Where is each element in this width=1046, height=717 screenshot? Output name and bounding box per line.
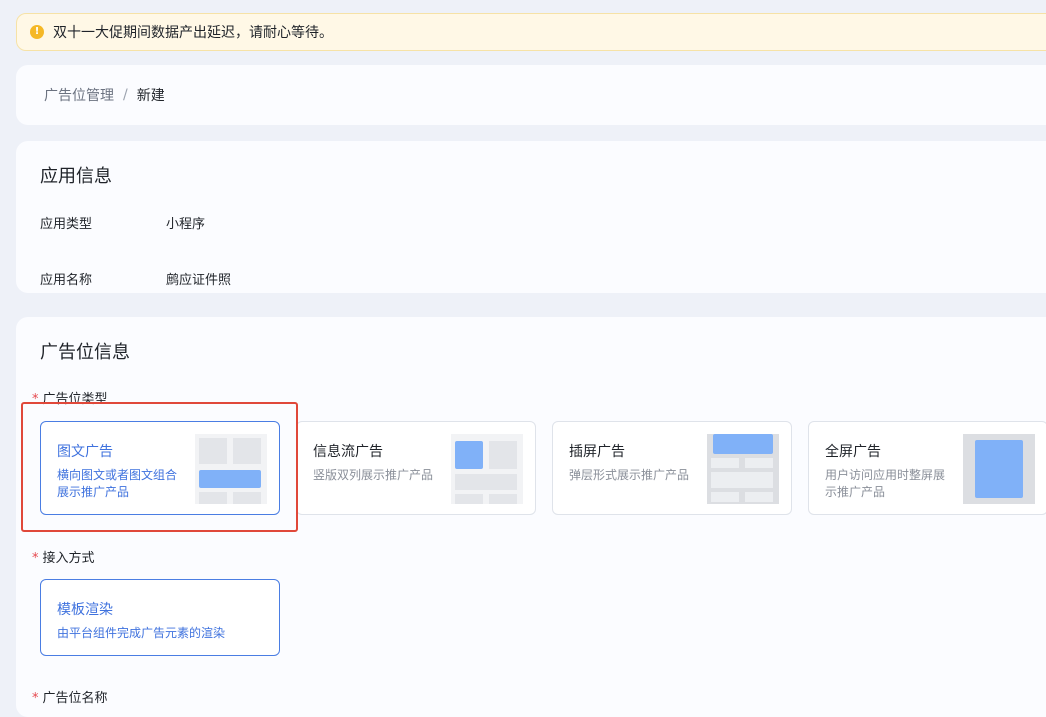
access-method-card-template[interactable]: 模板渲染 由平台组件完成广告元素的渲染: [40, 579, 280, 656]
ad-type-card-feed[interactable]: 信息流广告 竖版双列展示推广产品: [296, 421, 536, 515]
card-title: 信息流广告: [313, 444, 383, 460]
access-method-label: * 接入方式: [32, 547, 95, 566]
ad-type-card-fullscreen[interactable]: 全屏广告 用户访问应用时整屏展示推广产品: [808, 421, 1046, 515]
feed-preview-icon: [451, 434, 523, 504]
required-mark: *: [32, 691, 39, 706]
card-title: 插屏广告: [569, 444, 625, 460]
required-mark: *: [32, 551, 39, 566]
app-type-value: 小程序: [166, 217, 206, 232]
card-desc: 弹层形式展示推广产品: [569, 468, 690, 482]
interstitial-preview-icon: [707, 434, 779, 504]
app-info-panel: 应用信息 应用类型 小程序 应用名称 鹧应证件照: [16, 141, 1046, 293]
fullscreen-preview-icon: [963, 434, 1035, 504]
breadcrumb-current: 新建: [136, 88, 165, 104]
ad-type-card-interstitial[interactable]: 插屏广告 弹层形式展示推广产品: [552, 421, 792, 515]
card-title: 模板渲染: [57, 602, 113, 618]
app-type-label: 应用类型: [40, 217, 93, 232]
notice-alert: ! 双十一大促期间数据产出延迟，请耐心等待。: [16, 13, 1046, 51]
card-desc: 由平台组件完成广告元素的渲染: [57, 626, 226, 640]
app-name-value: 鹧应证件照: [166, 273, 232, 288]
selection-highlight-box: [21, 402, 298, 532]
card-title: 全屏广告: [825, 444, 881, 460]
ad-name-label: * 广告位名称: [32, 687, 108, 706]
breadcrumb: 广告位管理 / 新建: [16, 65, 1046, 125]
ad-name-label-text: 广告位名称: [42, 691, 108, 706]
ad-info-title: 广告位信息: [40, 342, 130, 363]
app-name-label: 应用名称: [40, 273, 93, 288]
card-desc: 用户访问应用时整屏展示推广产品: [825, 468, 946, 499]
breadcrumb-separator: /: [123, 87, 128, 103]
breadcrumb-parent-link[interactable]: 广告位管理: [44, 85, 114, 105]
warning-icon: !: [30, 25, 44, 39]
access-method-label-text: 接入方式: [42, 551, 95, 566]
alert-text: 双十一大促期间数据产出延迟，请耐心等待。: [53, 25, 333, 41]
card-desc: 竖版双列展示推广产品: [313, 468, 434, 482]
app-info-title: 应用信息: [40, 166, 112, 187]
